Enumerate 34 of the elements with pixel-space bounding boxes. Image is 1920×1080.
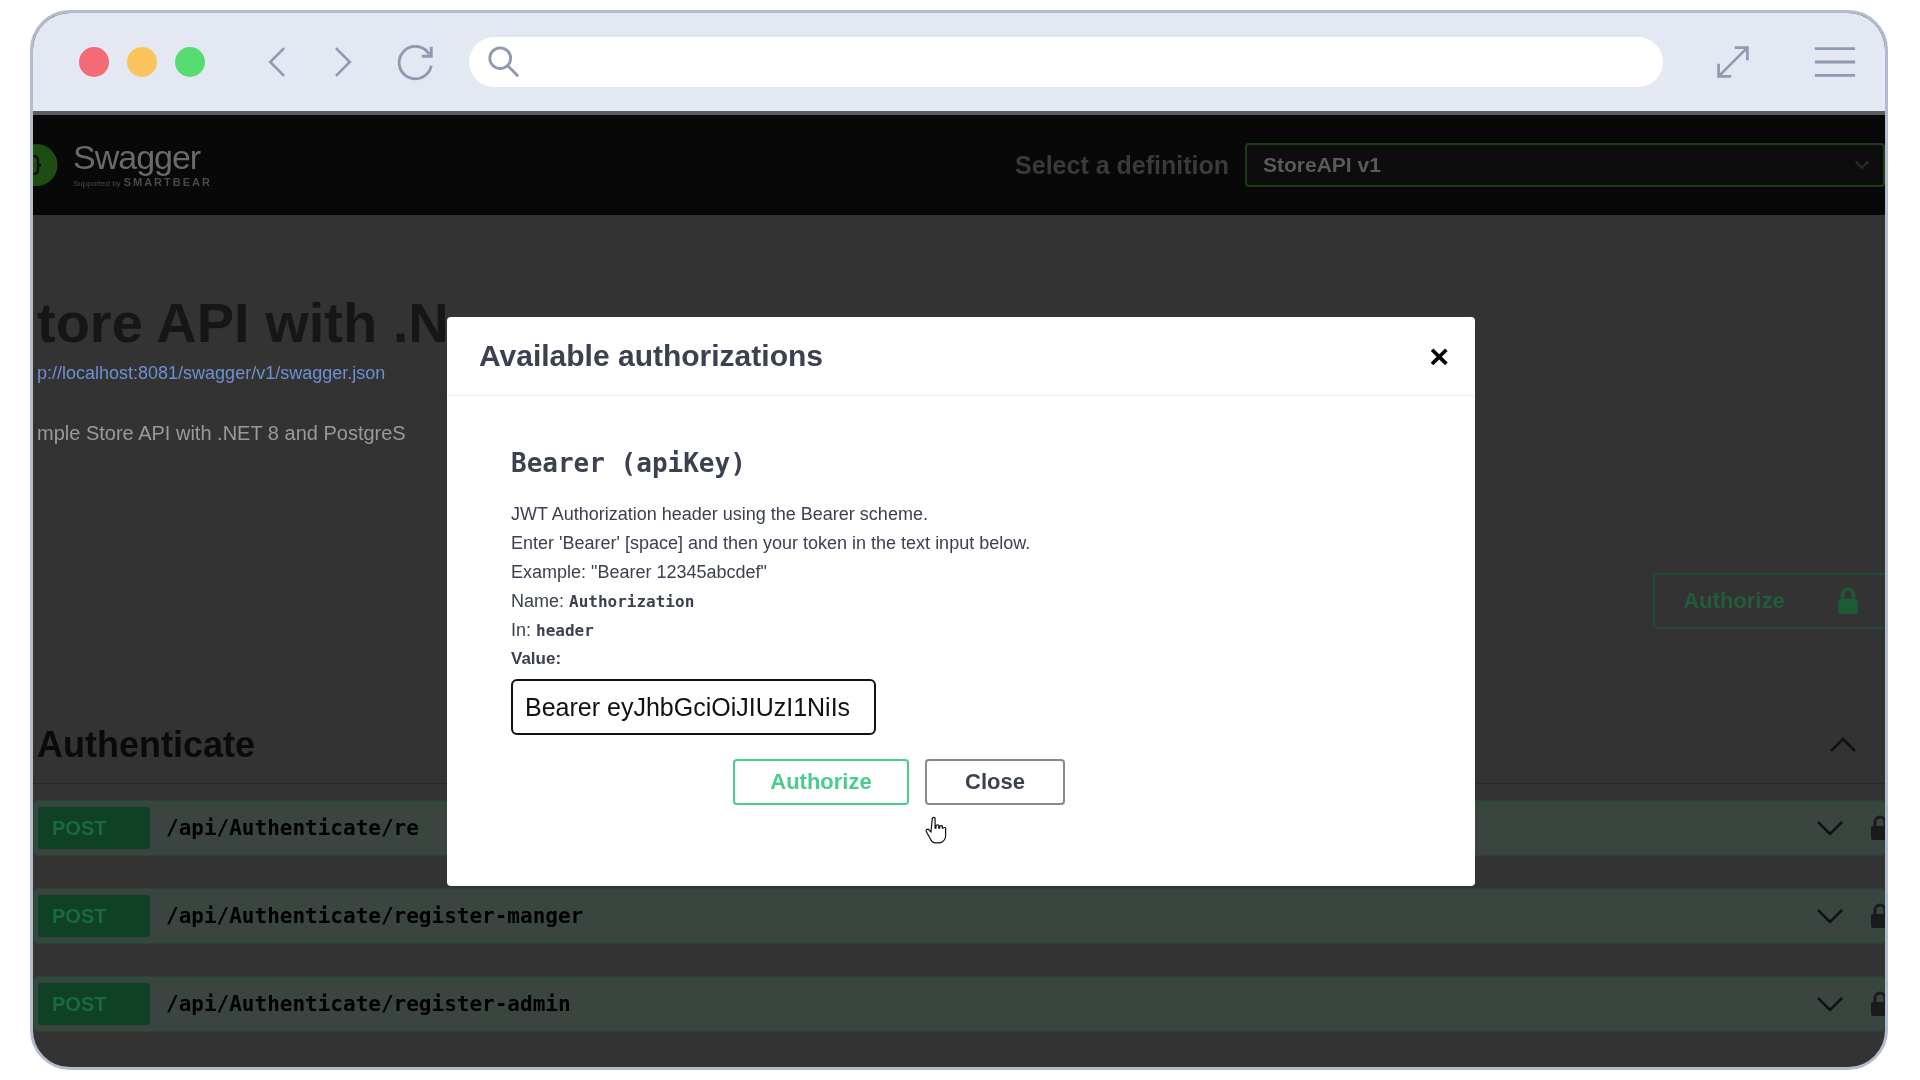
description-line: Example: "Bearer 12345abcdef" <box>511 561 768 584</box>
endpoint-path: /api/Authenticate/register-manger <box>166 904 584 928</box>
authorize-button[interactable]: Authorize <box>733 759 909 805</box>
dialog-title: Available authorizations <box>479 339 823 373</box>
value-field[interactable]: Bearer eyJhbGciOiJIUzI1NiIs <box>511 679 876 735</box>
definition-select[interactable]: StoreAPI v1 <box>1245 143 1885 187</box>
caret-icon <box>1853 159 1871 171</box>
lock-icon[interactable] <box>1870 815 1885 841</box>
close-window-icon[interactable] <box>79 47 109 77</box>
hand-cursor-icon <box>925 815 947 845</box>
lock-icon[interactable] <box>1870 991 1885 1017</box>
endpoint-path: /api/Authenticate/re <box>166 816 419 840</box>
value-label: Value: <box>511 649 562 669</box>
lock-icon <box>1836 587 1859 615</box>
close-button[interactable]: × <box>1425 339 1453 373</box>
name-value: Authorization <box>569 592 695 611</box>
in-label: In: <box>511 620 531 640</box>
description-line: Enter 'Bearer' [space] and then your token in the text input below. <box>511 532 1031 555</box>
chevron-icon <box>1816 908 1844 924</box>
maximize-window-icon[interactable] <box>175 47 205 77</box>
scheme-title: Bearer (apiKey) <box>511 448 746 478</box>
endpoint-path: /api/Authenticate/register-admin <box>166 992 571 1016</box>
spec-link[interactable]: p://localhost:8081/swagger/v1/swagger.json <box>37 363 386 384</box>
chevron-icon <box>1816 820 1844 836</box>
chevron-icon <box>1816 996 1844 1012</box>
api-description: mple Store API with .NET 8 and PostgreS <box>37 422 406 445</box>
description-line: JWT Authorization header using the Bearer scheme. <box>511 503 929 526</box>
minimize-window-icon[interactable] <box>127 47 157 77</box>
search-icon <box>487 45 521 79</box>
name-label: Name: <box>511 591 564 611</box>
in-value: header <box>536 621 594 640</box>
menu-icon[interactable] <box>1813 44 1857 80</box>
close-button[interactable]: Close <box>925 759 1065 805</box>
lock-icon[interactable] <box>1870 903 1885 929</box>
